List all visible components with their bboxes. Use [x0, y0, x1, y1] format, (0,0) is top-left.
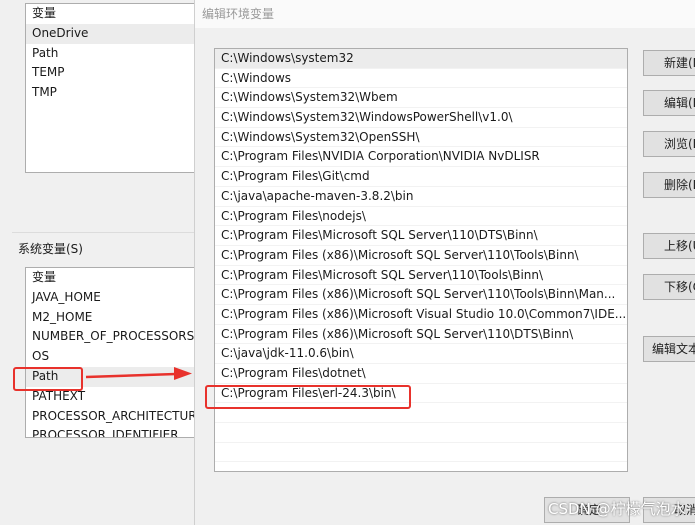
environment-variables-window: 变量 OneDrive Path TEMP TMP 系统变量(S) 变量 JAVA_HOM… [0, 0, 202, 525]
erl-path-highlight-box [205, 385, 411, 409]
list-item[interactable] [215, 443, 627, 463]
list-item[interactable]: Path [26, 44, 199, 64]
list-item[interactable]: PROCESSOR_IDENTIFIER [26, 426, 199, 437]
list-item[interactable]: C:\Windows\System32\OpenSSH\ [215, 128, 627, 148]
list-item[interactable]: C:\Program Files\Microsoft SQL Server\11… [215, 226, 627, 246]
edit-button[interactable]: 编辑(E) [643, 90, 695, 116]
list-item[interactable]: C:\Program Files (x86)\Microsoft SQL Ser… [215, 246, 627, 266]
list-item[interactable]: C:\Windows [215, 69, 627, 89]
arrow-icon [85, 367, 192, 380]
list-item[interactable]: C:\Program Files\Microsoft SQL Server\11… [215, 266, 627, 286]
delete-button[interactable]: 删除(D) [643, 172, 695, 198]
edit-environment-variable-dialog: 编辑环境变量 C:\Windows\system32 C:\Windows C:\W… [194, 0, 695, 525]
list-item[interactable]: 变量 [26, 4, 199, 24]
list-item[interactable]: TEMP [26, 63, 199, 83]
list-item[interactable]: C:\Windows\System32\WindowsPowerShell\v1… [215, 108, 627, 128]
edit-text-button[interactable]: 编辑文本(T)... [643, 336, 695, 362]
dialog-title: 编辑环境变量 [195, 0, 695, 28]
new-button[interactable]: 新建(N) [643, 50, 695, 76]
system-variables-label: 系统变量(S) [18, 242, 83, 256]
list-item[interactable]: PROCESSOR_ARCHITECTURE [26, 407, 199, 427]
list-item[interactable]: C:\Program Files (x86)\Microsoft SQL Ser… [215, 285, 627, 305]
list-item[interactable]: NUMBER_OF_PROCESSORS [26, 327, 199, 347]
move-down-button[interactable]: 下移(O) [643, 274, 695, 300]
list-item[interactable]: OneDrive [26, 23, 199, 44]
system-variables-list[interactable]: 变量 JAVA_HOME M2_HOME NUMBER_OF_PROCESSORS OS… [25, 267, 200, 438]
list-item[interactable]: C:\Program Files\nodejs\ [215, 207, 627, 227]
list-item[interactable]: C:\java\jdk-11.0.6\bin\ [215, 344, 627, 364]
list-item[interactable]: M2_HOME [26, 308, 199, 328]
browse-button[interactable]: 浏览(B)... [643, 131, 695, 157]
divider [12, 232, 202, 233]
list-item[interactable]: C:\java\apache-maven-3.8.2\bin [215, 187, 627, 207]
watermark: CSDN @柠檬气泡水- [548, 500, 691, 518]
list-item[interactable]: JAVA_HOME [26, 288, 199, 308]
list-item[interactable] [215, 423, 627, 443]
list-item[interactable]: C:\Windows\system32 [215, 49, 627, 69]
list-item[interactable]: C:\Program Files\dotnet\ [215, 364, 627, 384]
list-item[interactable]: TMP [26, 83, 199, 103]
move-up-button[interactable]: 上移(U) [643, 233, 695, 259]
list-item[interactable]: 变量 [26, 268, 199, 288]
list-item[interactable]: C:\Program Files\NVIDIA Corporation\NVID… [215, 147, 627, 168]
path-highlight-box [13, 367, 83, 391]
list-item[interactable]: C:\Program Files (x86)\Microsoft SQL Ser… [215, 325, 627, 345]
list-item[interactable]: C:\Program Files\Git\cmd [215, 167, 627, 187]
list-item[interactable]: C:\Program Files (x86)\Microsoft Visual … [215, 305, 627, 325]
user-variables-list[interactable]: 变量 OneDrive Path TEMP TMP [25, 3, 200, 173]
list-item[interactable] [215, 462, 627, 471]
list-item[interactable]: C:\Windows\System32\Wbem [215, 88, 627, 109]
